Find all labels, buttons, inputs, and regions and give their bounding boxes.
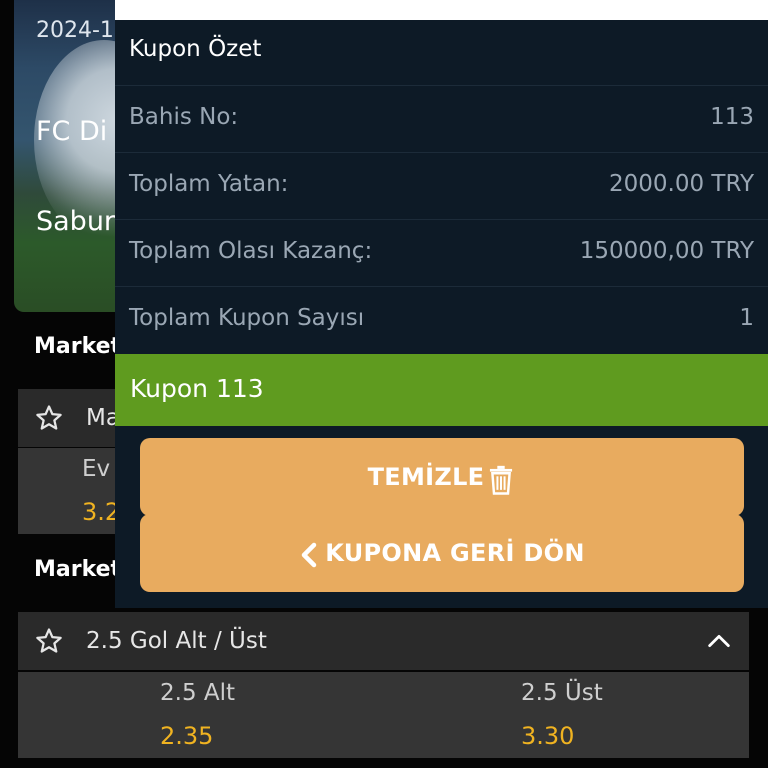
odd-label: Ev xyxy=(82,456,111,482)
event-date: 2024-1 xyxy=(36,18,114,43)
market-section-title: Market xyxy=(34,557,122,582)
clear-button[interactable]: TEMİZLE xyxy=(140,438,744,516)
summary-row-coupon-count: Toplam Kupon Sayısı 1 xyxy=(115,286,768,353)
summary-value: 113 xyxy=(710,104,754,130)
market-header-2[interactable]: 2.5 Gol Alt / Üst xyxy=(18,612,749,670)
trash-icon xyxy=(490,465,513,495)
odds-row-2: 2.5 Alt 2.35 2.5 Üst 3.30 xyxy=(18,672,749,758)
summary-value: 1 xyxy=(739,305,754,331)
clear-button-label: TEMİZLE xyxy=(367,463,485,491)
back-to-coupon-button[interactable]: KUPONA GERİ DÖN xyxy=(140,514,744,592)
summary-label: Bahis No: xyxy=(129,104,239,130)
summary-label: Toplam Yatan: xyxy=(129,171,289,197)
summary-row-total-stake: Toplam Yatan: 2000.00 TRY xyxy=(115,152,768,219)
team-home: FC Di xyxy=(36,116,108,147)
odd-cell-under[interactable]: 2.5 Alt 2.35 xyxy=(18,672,383,758)
odd-cell-over[interactable]: 2.5 Üst 3.30 xyxy=(383,672,749,758)
summary-label: Toplam Kupon Sayısı xyxy=(129,305,365,331)
odd-label: 2.5 Üst xyxy=(521,680,603,706)
chevron-up-icon[interactable] xyxy=(705,627,733,655)
summary-label: Toplam Olası Kazanç: xyxy=(129,238,373,264)
star-outline-icon[interactable] xyxy=(34,626,64,656)
coupon-bar-label: Kupon 113 xyxy=(130,374,264,403)
odd-value: 2.35 xyxy=(160,722,214,750)
market-name: 2.5 Gol Alt / Üst xyxy=(86,628,267,654)
summary-row-bet-no: Bahis No: 113 xyxy=(115,85,768,152)
market-section-title: Market xyxy=(34,334,122,359)
chevron-left-icon xyxy=(302,542,317,568)
coupon-summary-panel: Kupon Özet Bahis No: 113 Toplam Yatan: 2… xyxy=(115,20,768,608)
overlay-top-strip xyxy=(115,0,768,20)
odd-label: 2.5 Alt xyxy=(160,680,236,706)
panel-title: Kupon Özet xyxy=(129,36,262,62)
back-button-label: KUPONA GERİ DÖN xyxy=(325,539,585,567)
summary-value: 150000,00 TRY xyxy=(579,238,754,264)
coupon-bar[interactable]: Kupon 113 xyxy=(115,354,768,426)
summary-value: 2000.00 TRY xyxy=(608,171,754,197)
summary-row-potential-win: Toplam Olası Kazanç: 150000,00 TRY xyxy=(115,219,768,286)
team-away: Sabur xyxy=(36,206,116,237)
star-outline-icon[interactable] xyxy=(34,403,64,433)
odd-value: 3.30 xyxy=(521,722,575,750)
